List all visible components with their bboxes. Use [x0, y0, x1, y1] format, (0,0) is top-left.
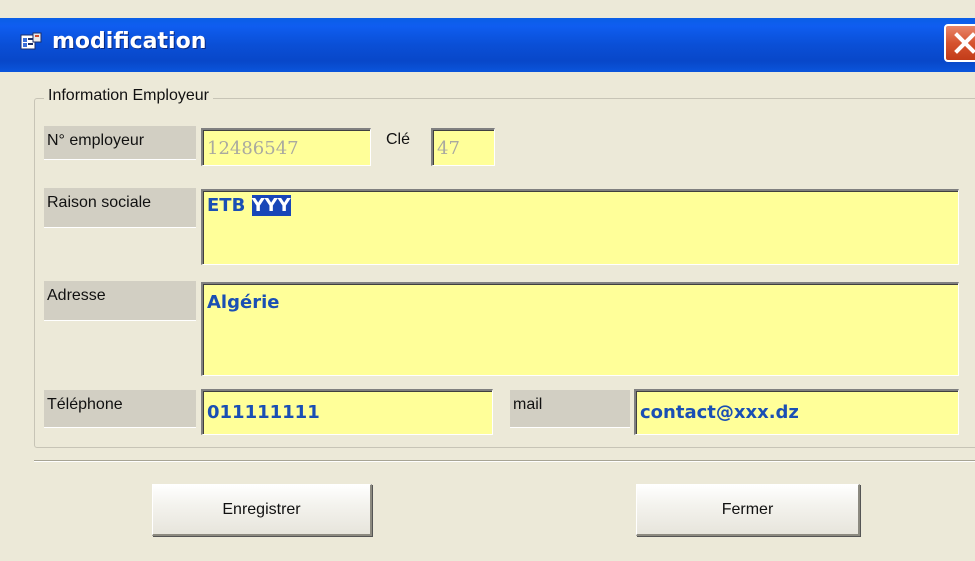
- mail-label: mail: [510, 390, 630, 428]
- window-title: modification: [52, 29, 207, 54]
- mail-field[interactable]: contact@xxx.dz: [634, 389, 959, 435]
- address-label: Adresse: [44, 281, 196, 321]
- key-field[interactable]: 47: [431, 128, 495, 166]
- save-button[interactable]: Enregistrer: [152, 484, 372, 536]
- phone-field[interactable]: 011111111: [201, 389, 493, 435]
- address-field[interactable]: Algérie: [201, 282, 959, 376]
- employer-no-label: N° employeur: [44, 126, 196, 160]
- app-window-icon: [20, 32, 42, 52]
- key-label: Clé: [386, 131, 411, 148]
- company-name-label: Raison sociale: [44, 188, 196, 228]
- employer-no-field[interactable]: 12486547: [201, 128, 371, 166]
- title-bar[interactable]: modification: [0, 18, 975, 72]
- close-button[interactable]: Fermer: [636, 484, 860, 536]
- modification-window: modification Information Employeur N° em…: [0, 0, 975, 561]
- close-window-button[interactable]: [944, 24, 975, 62]
- company-name-selected-text: YYY: [251, 195, 291, 216]
- phone-label: Téléphone: [44, 390, 196, 428]
- company-name-text: ETB: [207, 195, 252, 216]
- company-name-field[interactable]: ETB YYY: [201, 189, 959, 265]
- group-legend: Information Employeur: [44, 87, 213, 105]
- dialog-client-area: Information Employeur N° employeur 12486…: [0, 72, 975, 561]
- separator: [34, 460, 975, 462]
